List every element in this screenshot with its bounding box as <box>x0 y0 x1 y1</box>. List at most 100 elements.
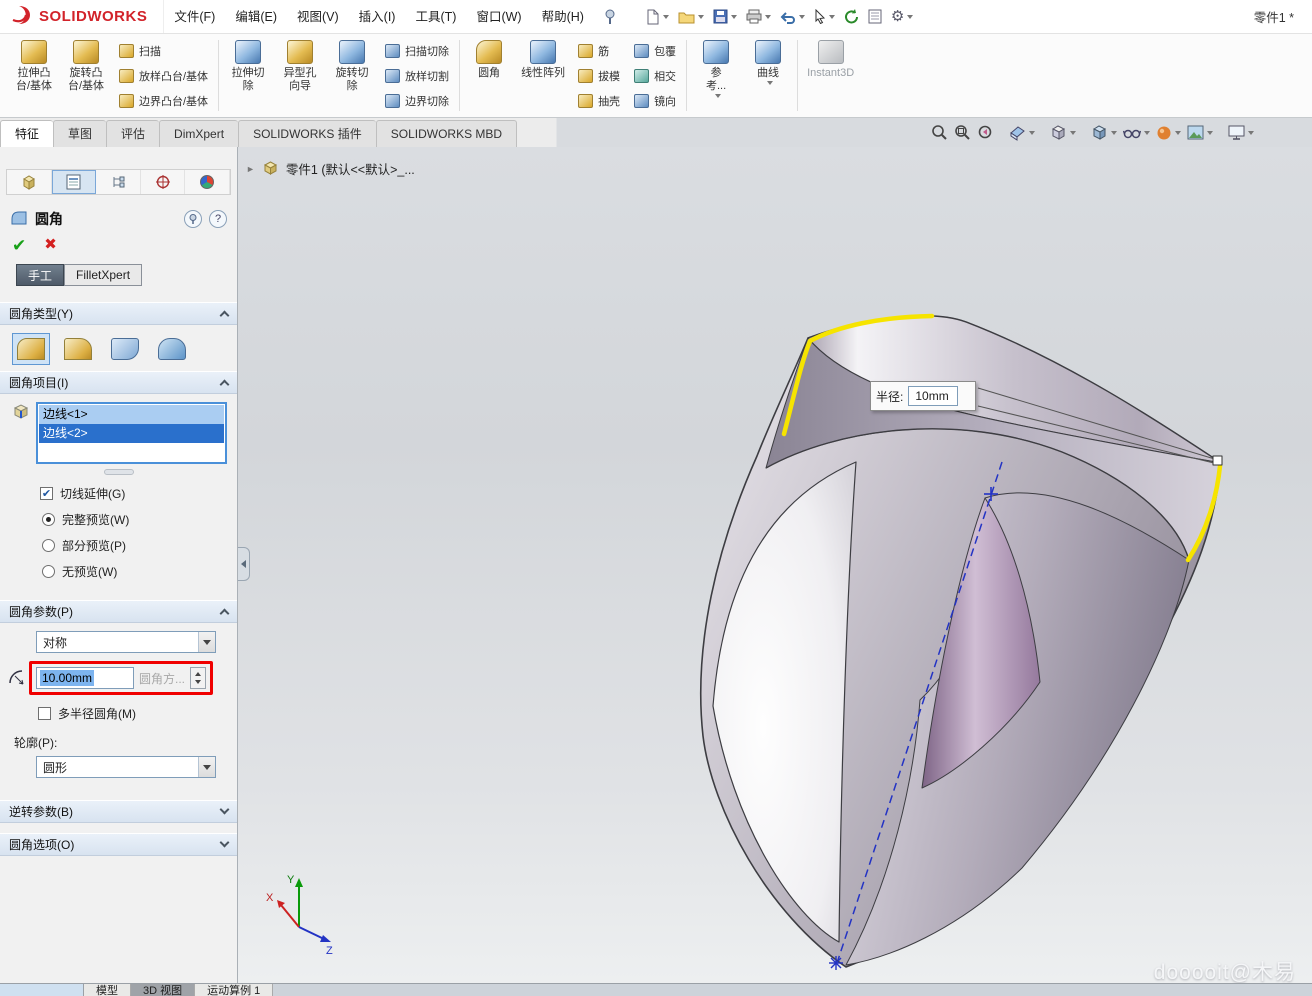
radius-spinner[interactable] <box>190 667 206 689</box>
boundary-cut-button[interactable]: 边界切除 <box>382 92 452 110</box>
tangent-propagation-checkbox[interactable] <box>40 487 53 500</box>
intersect-button[interactable]: 相交 <box>631 67 679 85</box>
section-view-button[interactable] <box>1007 123 1037 142</box>
no-preview-radio-row[interactable]: 无预览(W) <box>42 563 237 580</box>
feature-tree-root-label[interactable]: 零件1 (默认<<默认>_... <box>286 159 415 178</box>
shell-button[interactable]: 抽壳 <box>575 92 623 110</box>
face-fillet-button[interactable] <box>106 333 144 365</box>
hole-wizard-button[interactable]: 异型孔 向导 <box>274 36 326 115</box>
draft-button[interactable]: 拔模 <box>575 67 623 85</box>
linear-pattern-button[interactable]: 线性阵列 <box>515 36 571 115</box>
apply-scene-button[interactable] <box>1185 124 1215 141</box>
multi-radius-checkbox[interactable] <box>38 707 51 720</box>
menu-view[interactable]: 视图(V) <box>287 0 349 33</box>
select-button[interactable] <box>811 7 838 26</box>
partial-preview-radio-row[interactable]: 部分预览(P) <box>42 537 237 554</box>
new-document-button[interactable] <box>642 7 672 27</box>
tangent-propagation-checkbox-row[interactable]: 切线延伸(G) <box>40 485 237 502</box>
section-fillet-options[interactable]: 圆角选项(O) <box>0 833 237 856</box>
tab-solidworks-addins[interactable]: SOLIDWORKS 插件 <box>238 120 376 147</box>
radius-callout-value[interactable]: 10mm <box>908 386 958 406</box>
menu-tools[interactable]: 工具(T) <box>405 0 466 33</box>
manual-mode-button[interactable]: 手工 <box>16 264 64 286</box>
tab-solidworks-mbd[interactable]: SOLIDWORKS MBD <box>376 120 517 147</box>
flyout-expand-icon[interactable]: ► <box>246 164 255 174</box>
undo-button[interactable] <box>777 8 808 26</box>
section-fillet-type[interactable]: 圆角类型(Y) <box>0 302 237 325</box>
radius-callout[interactable]: 半径: 10mm <box>870 381 976 411</box>
displaymanager-tab[interactable] <box>185 170 230 194</box>
section-fillet-parameters[interactable]: 圆角参数(P) <box>0 600 237 623</box>
reference-geometry-button[interactable]: 参 考... <box>690 36 742 115</box>
bottom-tab-model[interactable]: 模型 <box>84 984 131 996</box>
mirror-button[interactable]: 镜向 <box>631 92 679 110</box>
tab-sketch[interactable]: 草图 <box>53 120 106 147</box>
rebuild-button[interactable] <box>841 7 862 26</box>
dropdown-arrow-icon[interactable] <box>198 757 215 777</box>
revolved-cut-button[interactable]: 旋转切 除 <box>326 36 378 115</box>
variable-size-fillet-button[interactable] <box>59 333 97 365</box>
curves-button[interactable]: 曲线 <box>742 36 794 115</box>
print-button[interactable] <box>743 7 774 26</box>
boundary-boss-button[interactable]: 边界凸台/基体 <box>116 92 211 110</box>
lofted-cut-button[interactable]: 放样切割 <box>382 67 452 85</box>
menu-edit[interactable]: 编辑(E) <box>225 0 287 33</box>
listbox-resize-grip[interactable] <box>104 469 134 475</box>
revolved-boss-button[interactable]: 旋转凸 台/基体 <box>60 36 112 115</box>
section-setback-parameters[interactable]: 逆转参数(B) <box>0 800 237 823</box>
extruded-cut-button[interactable]: 拉伸切 除 <box>222 36 274 115</box>
edit-appearance-button[interactable] <box>1154 124 1183 142</box>
bottom-tab-3d-views[interactable]: 3D 视图 <box>131 984 195 996</box>
view-settings-button[interactable] <box>1226 124 1256 141</box>
previous-view-button[interactable] <box>975 123 996 142</box>
no-preview-radio[interactable] <box>42 565 55 578</box>
cancel-icon[interactable]: ✖ <box>44 237 57 254</box>
partial-preview-radio[interactable] <box>42 539 55 552</box>
flyout-feature-tree[interactable]: ► 零件1 (默认<<默认>_... <box>246 159 415 178</box>
tab-features[interactable]: 特征 <box>0 120 53 147</box>
open-button[interactable] <box>675 8 707 26</box>
rib-button[interactable]: 筋 <box>575 42 623 60</box>
tab-dimxpert[interactable]: DimXpert <box>159 120 238 147</box>
view-orientation-button[interactable] <box>1048 123 1078 142</box>
bottom-scroll-box[interactable] <box>0 984 84 996</box>
list-item-edge-1[interactable]: 边线<1> <box>39 405 224 424</box>
swept-boss-button[interactable]: 扫描 <box>116 42 211 60</box>
featuremanager-tree-tab[interactable] <box>7 170 52 194</box>
full-preview-radio-row[interactable]: 完整预览(W) <box>42 511 237 528</box>
swept-cut-button[interactable]: 扫描切除 <box>382 42 452 60</box>
menu-insert[interactable]: 插入(I) <box>349 0 406 33</box>
menu-window[interactable]: 窗口(W) <box>466 0 531 33</box>
panel-splitter[interactable] <box>238 547 250 581</box>
bottom-tab-motion-study[interactable]: 运动算例 1 <box>195 984 273 996</box>
file-properties-button[interactable] <box>865 7 885 26</box>
menu-help[interactable]: 帮助(H) <box>532 0 594 33</box>
tab-evaluate[interactable]: 评估 <box>106 120 159 147</box>
filletxpert-mode-button[interactable]: FilletXpert <box>64 264 142 286</box>
options-button[interactable]: ⚙ <box>888 7 916 26</box>
zoom-fit-button[interactable] <box>929 123 950 142</box>
list-item-edge-2[interactable]: 边线<2> <box>39 424 224 443</box>
lofted-boss-button[interactable]: 放样凸台/基体 <box>116 67 211 85</box>
selected-edges-listbox[interactable]: 边线<1> 边线<2> <box>36 402 227 464</box>
fillet-button[interactable]: 圆角 <box>463 36 515 115</box>
keep-visible-pin-icon[interactable] <box>184 210 202 228</box>
dimxpertmanager-tab[interactable] <box>141 170 186 194</box>
extruded-boss-button[interactable]: 拉伸凸 台/基体 <box>8 36 60 115</box>
configurationmanager-tab[interactable] <box>96 170 141 194</box>
full-round-fillet-button[interactable] <box>153 333 191 365</box>
zoom-area-button[interactable] <box>952 123 973 142</box>
propertymanager-tab[interactable] <box>52 170 97 194</box>
constant-size-fillet-button[interactable] <box>12 333 50 365</box>
instant3d-button[interactable]: Instant3D <box>801 36 860 115</box>
radius-input[interactable]: 10.00mm <box>36 667 134 689</box>
help-icon[interactable]: ? <box>209 210 227 228</box>
wrap-button[interactable]: 包覆 <box>631 42 679 60</box>
menu-file[interactable]: 文件(F) <box>164 0 225 33</box>
display-style-button[interactable] <box>1089 123 1119 142</box>
symmetric-dropdown[interactable]: 对称 <box>36 631 216 653</box>
profile-dropdown[interactable]: 圆形 <box>36 756 216 778</box>
save-button[interactable] <box>710 7 740 26</box>
hide-show-items-button[interactable] <box>1121 124 1152 142</box>
pin-menubar-icon[interactable] <box>604 9 616 25</box>
